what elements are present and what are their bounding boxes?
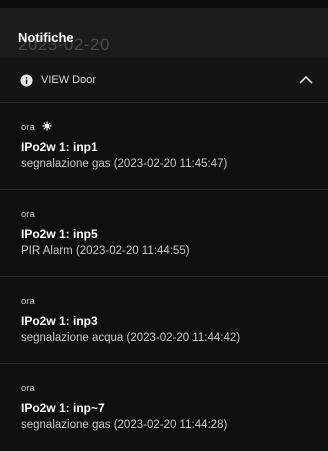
notification-item[interactable]: ora IPo2w 1: inp1 segnalazione gas (2023… — [0, 103, 328, 190]
notification-shade-header: 2023-02-20 Notifiche — [0, 8, 328, 58]
notification-time: ora — [21, 296, 35, 307]
notification-time: ora — [21, 122, 35, 133]
group-app-label: VIEW Door — [41, 74, 97, 86]
chevron-up-icon[interactable] — [296, 71, 316, 89]
notification-body: PIR Alarm (2023-02-20 11:44:55) — [21, 245, 190, 257]
notification-item[interactable]: ora IPo2w 1: inp~7 segnalazione gas (202… — [0, 364, 328, 451]
panel-title: Notifiche — [18, 30, 74, 45]
notification-title: IPo2w 1: inp1 — [21, 140, 98, 154]
info-icon — [20, 74, 33, 87]
notification-title: IPo2w 1: inp5 — [21, 227, 98, 241]
notification-title: IPo2w 1: inp~7 — [21, 401, 105, 415]
notification-time: ora — [21, 383, 35, 394]
notification-time: ora — [21, 209, 35, 220]
notification-group-header[interactable]: VIEW Door — [0, 58, 328, 103]
notification-body: segnalazione gas (2023-02-20 11:44:28) — [21, 419, 228, 431]
notification-body: segnalazione acqua (2023-02-20 11:44:42) — [21, 332, 241, 344]
notification-title: IPo2w 1: inp3 — [21, 314, 98, 328]
alert-bell-icon — [42, 121, 52, 131]
notification-item[interactable]: ora IPo2w 1: inp5 PIR Alarm (2023-02-20 … — [0, 190, 328, 277]
notification-item[interactable]: ora IPo2w 1: inp3 segnalazione acqua (20… — [0, 277, 328, 364]
notification-body: segnalazione gas (2023-02-20 11:45:47) — [21, 158, 228, 170]
